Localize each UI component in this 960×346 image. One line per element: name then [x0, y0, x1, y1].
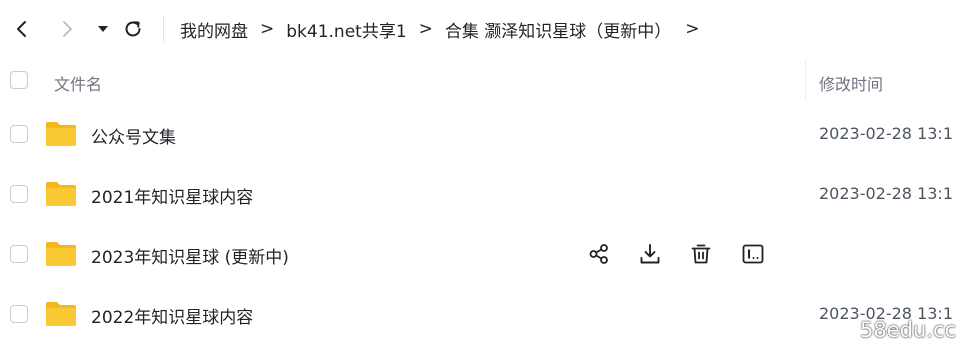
breadcrumb-item-current[interactable]: 合集 灏泽知识星球（更新中） — [445, 17, 671, 42]
file-list-header: 文件名 修改时间 — [0, 58, 960, 104]
chevron-left-icon — [17, 21, 26, 37]
file-row[interactable]: 公众号文集 2023-02-28 13:1 — [0, 104, 960, 164]
chevron-right-icon — [63, 21, 72, 37]
share-icon — [589, 244, 608, 264]
rename-icon — [742, 244, 764, 264]
caret-down-icon — [98, 26, 108, 32]
refresh-icon — [125, 21, 141, 37]
file-name[interactable]: 2022年知识星球内容 — [91, 303, 253, 328]
refresh-button[interactable] — [118, 14, 148, 44]
breadcrumb-item-root[interactable]: 我的网盘 — [180, 17, 248, 42]
download-icon — [640, 244, 660, 264]
file-row[interactable]: 2021年知识星球内容 2023-02-28 13:1 — [0, 164, 960, 224]
column-divider[interactable] — [805, 60, 806, 100]
folder-icon — [46, 302, 76, 326]
watermark-text: 58edu.cc — [860, 318, 957, 342]
breadcrumb-separator: > — [418, 19, 433, 39]
back-button[interactable] — [7, 14, 37, 44]
row-checkbox[interactable] — [10, 305, 28, 323]
folder-icon — [46, 182, 76, 206]
history-dropdown-button[interactable] — [88, 14, 118, 44]
breadcrumb-separator: > — [260, 19, 275, 39]
breadcrumb-item-share[interactable]: bk41.net共享1 — [286, 17, 406, 42]
file-name[interactable]: 2021年知识星球内容 — [91, 183, 253, 208]
row-checkbox[interactable] — [10, 185, 28, 203]
row-checkbox[interactable] — [10, 125, 28, 143]
nav-divider — [163, 16, 164, 42]
delete-button[interactable] — [687, 240, 715, 268]
file-name[interactable]: 2023年知识星球 (更新中) — [91, 243, 289, 268]
file-row-hovered[interactable]: 2023年知识星球 (更新中) — [0, 224, 960, 284]
file-name[interactable]: 公众号文集 — [91, 123, 176, 148]
folder-icon — [46, 242, 76, 266]
download-button[interactable] — [636, 240, 664, 268]
folder-icon — [46, 122, 76, 146]
column-header-name[interactable]: 文件名 — [54, 71, 102, 95]
breadcrumb-trailing-arrow[interactable]: > — [685, 19, 699, 39]
file-modified-time: 2023-02-28 13:1 — [819, 124, 953, 143]
file-row[interactable]: 2022年知识星球内容 2023-02-28 13:1 — [0, 284, 960, 344]
rename-button[interactable] — [739, 240, 767, 268]
delete-icon — [691, 244, 711, 264]
navigation-bar: 我的网盘 > bk41.net共享1 > 合集 灏泽知识星球（更新中） > — [0, 0, 960, 58]
file-browser: 我的网盘 > bk41.net共享1 > 合集 灏泽知识星球（更新中） > 文件… — [0, 0, 960, 346]
breadcrumb: 我的网盘 > bk41.net共享1 > 合集 灏泽知识星球（更新中） > — [180, 17, 712, 42]
select-all-checkbox[interactable] — [10, 71, 28, 89]
file-modified-time: 2023-02-28 13:1 — [819, 184, 953, 203]
column-header-modified[interactable]: 修改时间 — [819, 71, 883, 95]
row-checkbox[interactable] — [10, 245, 28, 263]
share-button[interactable] — [585, 240, 613, 268]
forward-button[interactable] — [52, 14, 82, 44]
